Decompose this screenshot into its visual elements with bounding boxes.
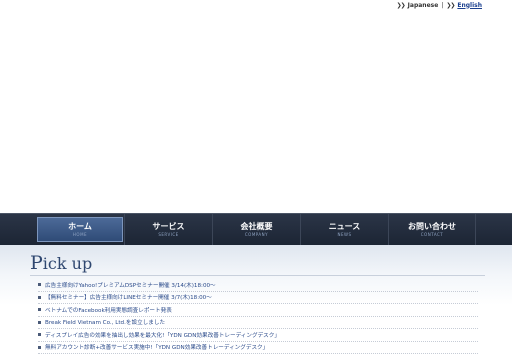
news-link[interactable]: ディスプレイ広告の効果を抽出し効果を最大化!「YDN GDN効果改善トレーディン… [45,331,280,339]
square-bullet-icon [38,283,41,287]
nav-item-contact[interactable]: お問い合わせ CONTACT [388,214,476,245]
square-bullet-icon [38,345,41,349]
pickup-divider [30,275,485,276]
pickup-heading-rest: ick up [42,254,93,273]
nav-item-label: お問い合わせ [408,221,456,231]
news-link[interactable]: 【無料セミナー】広告主様向けLINEセミナー開催 3/7(木)18:00〜 [45,293,212,301]
pickup-heading-initial: P [30,252,43,274]
nav-item-service[interactable]: サービス SERVICE [124,214,212,245]
nav-item-label: サービス [152,221,185,231]
nav-item-home[interactable]: ホーム HOME [37,217,123,242]
nav-item-company[interactable]: 会社概要 COMPANY [212,214,300,245]
nav-item-sublabel: CONTACT [420,231,444,237]
news-link[interactable]: 広告主様向けYahoo!プレミアムDSPセミナー開催 3/14(木)18:00〜 [45,281,216,289]
japanese-link[interactable]: Japanese [408,2,439,9]
list-item: ベトナムでのFacebook利用実態調査レポート発表 [38,304,478,317]
nav-item-label: ホーム [68,221,92,231]
news-link[interactable]: ベトナムでのFacebook利用実態調査レポート発表 [45,306,172,314]
nav-item-sublabel: NEWS [337,231,352,237]
hero-banner [0,10,512,213]
list-item: Break Field Vietnam Co., Ltd.を設立しました [38,317,478,329]
double-chevron-icon: ❯❯ [446,1,455,9]
language-switcher: ❯❯ Japanese | ❯❯ English [397,0,482,10]
english-link[interactable]: English [457,2,482,9]
news-list: 広告主様向けYahoo!プレミアムDSPセミナー開催 3/14(木)18:00〜… [38,279,478,354]
list-item: 【無料セミナー】広告主様向けLINEセミナー開催 3/7(木)18:00〜 [38,292,478,304]
pickup-heading: Pick up [30,252,92,274]
list-item: 無料アカウント診断+改善サービス実施中!「YDN GDN効果改善トレーディングデ… [38,342,478,354]
nav-item-sublabel: COMPANY [244,231,269,237]
square-bullet-icon [38,333,41,337]
list-item: ディスプレイ広告の効果を抽出し効果を最大化!「YDN GDN効果改善トレーディン… [38,329,478,342]
global-nav: ホーム HOME サービス SERVICE 会社概要 COMPANY ニュース … [0,213,512,246]
square-bullet-icon [38,308,41,312]
nav-item-label: 会社概要 [240,221,273,231]
news-link[interactable]: Break Field Vietnam Co., Ltd.を設立しました [45,318,165,326]
list-item: 広告主様向けYahoo!プレミアムDSPセミナー開催 3/14(木)18:00〜 [38,279,478,292]
square-bullet-icon [38,295,41,299]
square-bullet-icon [38,320,41,324]
pickup-section: Pick up 広告主様向けYahoo!プレミアムDSPセミナー開催 3/14(… [0,245,512,358]
news-link[interactable]: 無料アカウント診断+改善サービス実施中!「YDN GDN効果改善トレーディングデ… [45,343,268,351]
nav-item-label: ニュース [328,221,361,231]
nav-item-sublabel: SERVICE [158,231,179,237]
nav-item-news[interactable]: ニュース NEWS [300,214,388,245]
double-chevron-icon: ❯❯ [396,1,406,9]
language-separator: | [441,1,444,9]
nav-item-sublabel: HOME [72,231,88,237]
